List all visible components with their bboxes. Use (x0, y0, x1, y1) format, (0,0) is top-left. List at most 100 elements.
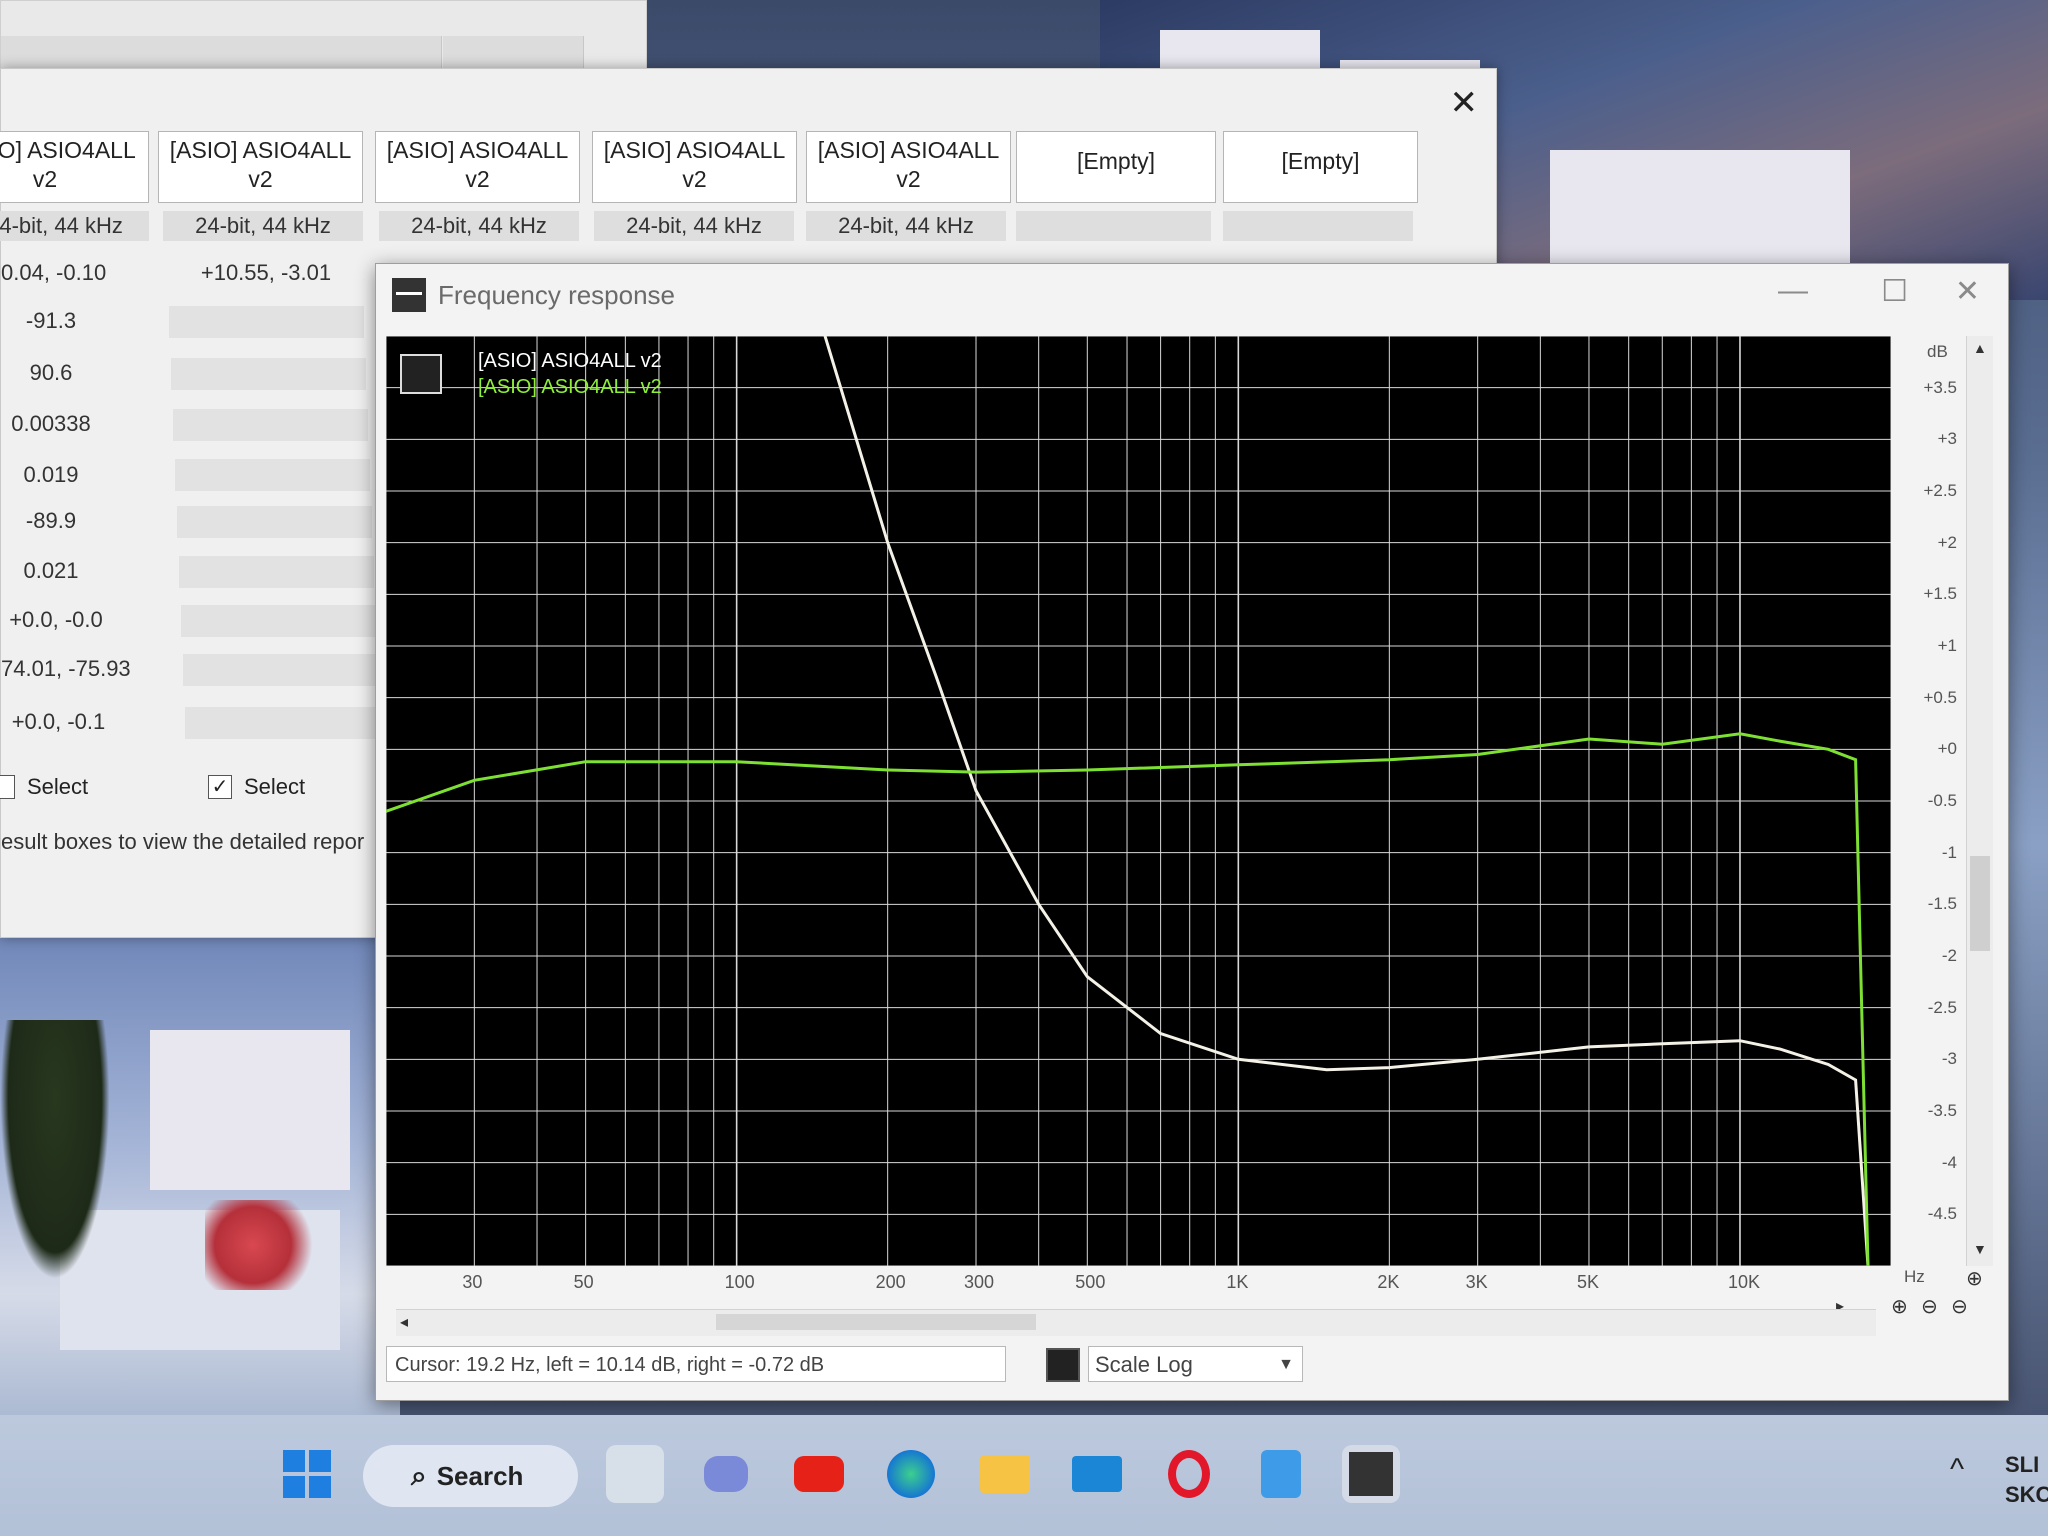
window-title-bar[interactable]: Frequency response (392, 278, 675, 312)
empty-result-cell[interactable] (175, 459, 370, 491)
y-tick-label: -3 (1941, 1049, 1957, 1069)
legend-chart-icon[interactable] (400, 354, 442, 394)
y-tick-label: +3 (1937, 429, 1957, 449)
format-cell: 24-bit, 44 kHz (163, 211, 363, 241)
y-tick-label: -2.5 (1927, 997, 1957, 1017)
y-tick-label: -4.5 (1927, 1204, 1957, 1224)
close-icon[interactable]: ✕ (1955, 274, 1980, 309)
empty-result-cell[interactable] (183, 654, 378, 686)
column-header-label: [ASIO] ASIO4ALL v2 (169, 137, 352, 192)
select-checkbox-2[interactable]: ✓ Select (208, 774, 305, 800)
x-tick-label: 200 (875, 1272, 906, 1292)
x-tick-label: 10K (1727, 1272, 1760, 1292)
youtube-icon[interactable] (790, 1445, 848, 1503)
frequency-app-taskbar-icon[interactable] (1342, 1445, 1400, 1503)
vertical-scrollbar[interactable]: ▲ ▼ (1966, 336, 1993, 1266)
scale-dropdown[interactable]: Scale Log ▼ (1088, 1346, 1303, 1382)
y-tick-label: +2 (1937, 532, 1957, 552)
result-value[interactable]: 0.019 (1, 456, 101, 494)
y-tick-label: -1.5 (1927, 894, 1957, 914)
result-value[interactable]: -91.3 (1, 302, 101, 340)
column-header[interactable]: [ASIO] ASIO4ALL v2 (158, 131, 363, 203)
frequency-response-window: Frequency response — ☐ ✕ [ASIO] ASIO4ALL… (375, 263, 2009, 1401)
strip-segment (1, 36, 442, 69)
scrollbar-thumb[interactable] (716, 1314, 1036, 1330)
chat-icon[interactable] (697, 1445, 755, 1503)
app-icon[interactable] (1252, 1445, 1310, 1503)
task-view-icon[interactable] (606, 1445, 664, 1503)
column-header[interactable]: [Empty] (1016, 131, 1216, 203)
save-icon[interactable] (1046, 1348, 1080, 1382)
result-value[interactable]: 0.04, -0.10 (1, 254, 121, 292)
zoom-fit-icon[interactable]: ⊕ (1966, 1266, 1983, 1291)
horizontal-scrollbar[interactable]: ◂ (396, 1309, 1876, 1336)
taskbar: ⌕ Search ^ SLI SKC (0, 1415, 2048, 1536)
result-value[interactable]: 0.021 (1, 552, 101, 590)
checkbox-checked[interactable]: ✓ (208, 775, 232, 799)
column-header-label: [Empty] (1077, 148, 1155, 174)
tray-text: SLI (2005, 1452, 2040, 1477)
scroll-left-icon[interactable]: ◂ (400, 1312, 408, 1332)
y-tick-label: -2 (1941, 946, 1957, 965)
result-value[interactable]: 0.00338 (1, 405, 101, 443)
legend-entry-green: [ASIO] ASIO4ALL v2 (478, 376, 662, 398)
column-header[interactable]: [ASIO] ASIO4ALL v2 (375, 131, 580, 203)
scroll-up-icon[interactable]: ▲ (1973, 340, 1987, 356)
y-tick-label: -0.5 (1927, 791, 1957, 810)
cursor-status-field: Cursor: 19.2 Hz, left = 10.14 dB, right … (386, 1346, 1006, 1382)
start-button[interactable] (278, 1445, 336, 1503)
empty-result-cell[interactable] (173, 409, 368, 441)
scale-label: Scale (1095, 1352, 1151, 1377)
frequency-plot[interactable]: [ASIO] ASIO4ALL v2 [ASIO] ASIO4ALL v2 (386, 336, 1891, 1266)
taskbar-search[interactable]: ⌕ Search (363, 1445, 578, 1507)
scroll-down-icon[interactable]: ▼ (1973, 1241, 1987, 1257)
format-cell: 24-bit, 44 kHz (0, 211, 149, 241)
close-icon[interactable]: ✕ (1450, 83, 1479, 123)
select-checkbox-1[interactable]: Select (0, 774, 88, 800)
checkbox[interactable] (0, 775, 15, 799)
format-cell (1016, 211, 1211, 241)
tray-text: SKC (2005, 1482, 2048, 1507)
result-value[interactable]: 74.01, -75.93 (1, 650, 131, 688)
minimize-icon[interactable]: — (1778, 274, 1808, 308)
column-header[interactable]: [ASIO] ASIO4ALL v2 (806, 131, 1011, 203)
y-tick-label: +1.5 (1923, 584, 1957, 604)
result-value[interactable]: -89.9 (1, 502, 101, 540)
x-unit-label: Hz (1904, 1267, 1925, 1286)
format-cell: 24-bit, 44 kHz (806, 211, 1006, 241)
edge-icon[interactable] (882, 1445, 940, 1503)
format-cell: 24-bit, 44 kHz (379, 211, 579, 241)
x-tick-label: 100 (724, 1272, 755, 1292)
result-value[interactable]: +0.0, -0.0 (1, 601, 111, 639)
column-header[interactable]: [ASIO] ASIO4ALL v2 (592, 131, 797, 203)
column-header[interactable]: [Empty] (1223, 131, 1418, 203)
empty-result-cell[interactable] (181, 605, 376, 637)
frequency-app-icon (392, 278, 426, 312)
empty-result-cell[interactable] (171, 358, 366, 390)
result-value[interactable]: +10.55, -3.01 (171, 254, 361, 292)
maximize-icon[interactable]: ☐ (1881, 274, 1908, 309)
x-tick-label: 30 (462, 1272, 483, 1292)
x-tick-label: 300 (964, 1272, 995, 1292)
column-header[interactable]: [ASIO] ASIO4ALL v2 (0, 131, 149, 203)
file-explorer-icon[interactable] (976, 1445, 1034, 1503)
search-icon: ⌕ (411, 1459, 427, 1491)
scrollbar-thumb[interactable] (1970, 856, 1990, 951)
result-value[interactable]: 90.6 (1, 354, 101, 392)
empty-result-cell[interactable] (185, 707, 380, 739)
scale-value: Log (1156, 1352, 1193, 1377)
empty-result-cell[interactable] (169, 306, 364, 338)
zoom-out-icon[interactable]: ⊖ (1921, 1294, 1938, 1319)
zoom-in-icon[interactable]: ⊕ (1891, 1294, 1908, 1319)
empty-result-cell[interactable] (177, 506, 372, 538)
format-cell (1223, 211, 1413, 241)
empty-result-cell[interactable] (179, 556, 374, 588)
result-value[interactable]: +0.0, -0.1 (1, 703, 116, 741)
column-header-label: [Empty] (1281, 148, 1360, 174)
tray-clock[interactable]: SLI SKC (2005, 1450, 2048, 1510)
opera-icon[interactable] (1160, 1445, 1218, 1503)
y-axis: dB +3.5 +3 +2.5 +2 +1.5 +1 +0.5 +0 -0.5 -1 -1.5 -2 -… (1921, 336, 1961, 1266)
mail-icon[interactable] (1068, 1445, 1126, 1503)
zoom-reset-icon[interactable]: ⊖ (1951, 1294, 1968, 1319)
chevron-up-icon[interactable]: ^ (1950, 1453, 1964, 1487)
